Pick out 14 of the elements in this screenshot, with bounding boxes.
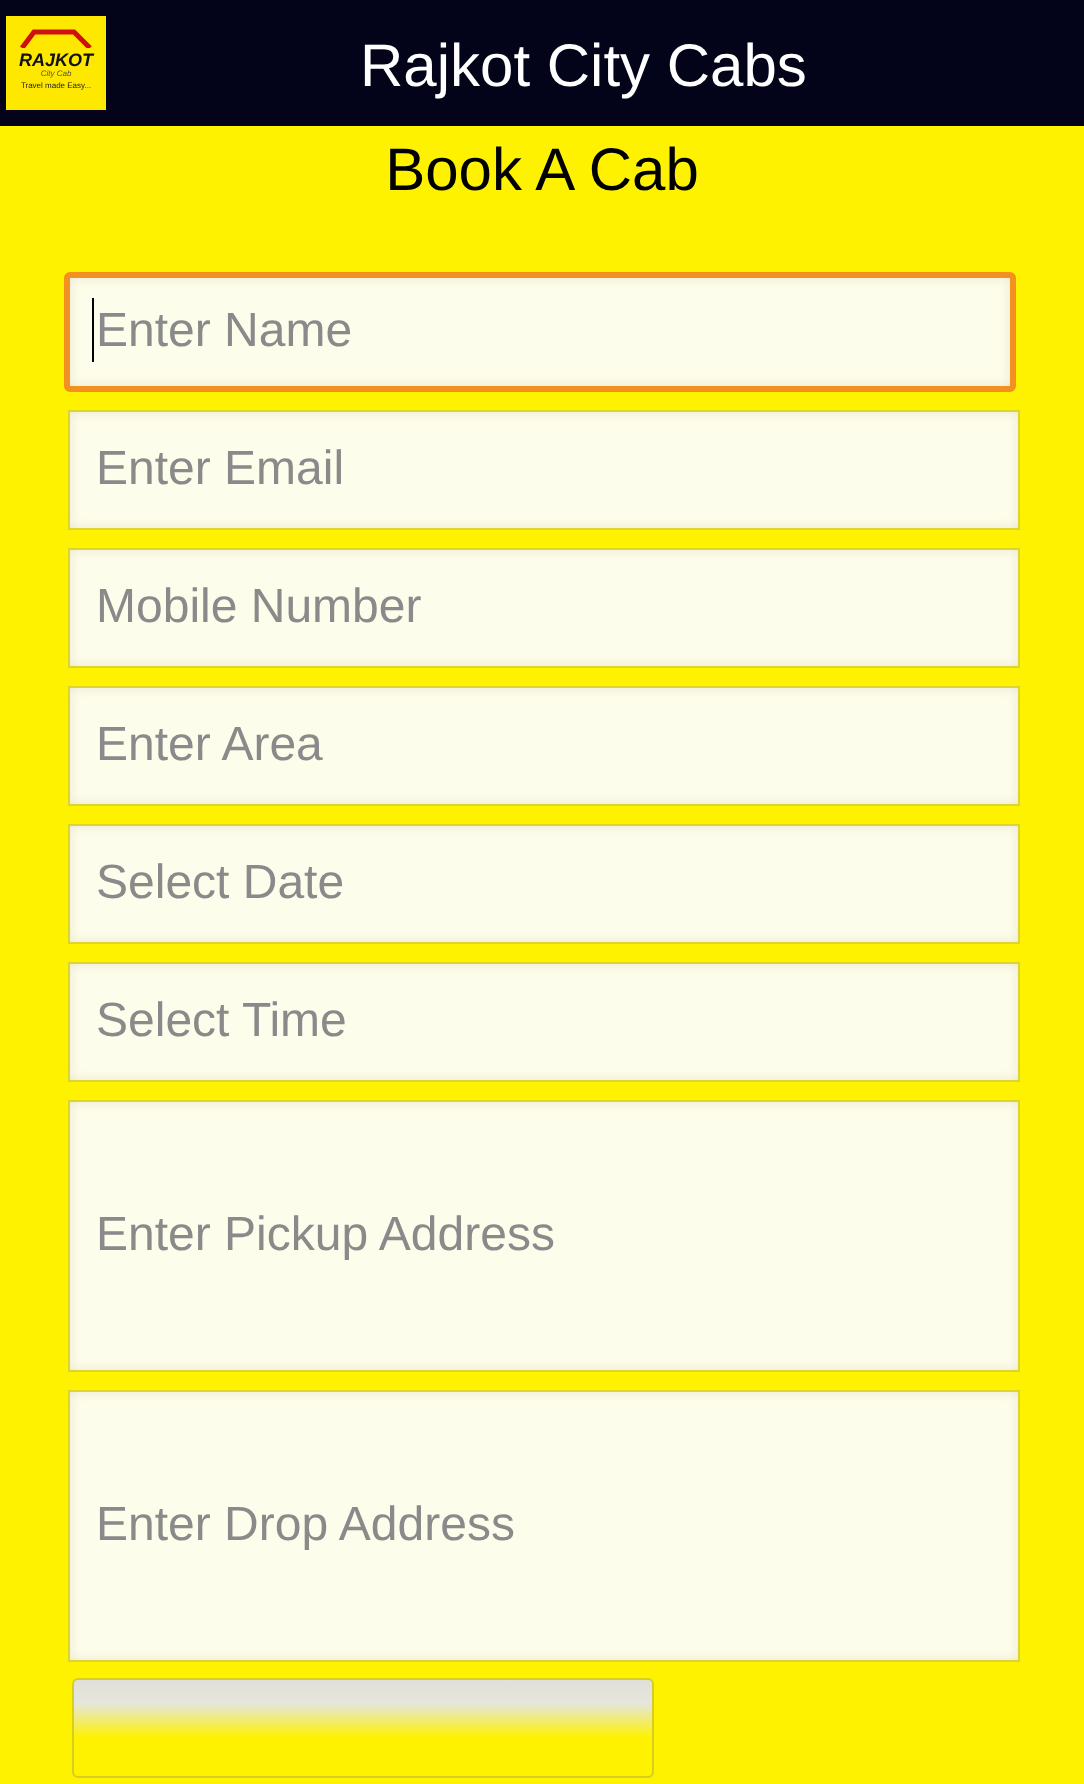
car-roof-icon — [18, 28, 94, 48]
input-field[interactable]: Enter Email — [68, 410, 1020, 530]
input-field[interactable]: Select Date — [68, 824, 1020, 944]
input-field[interactable]: Enter Area — [68, 686, 1020, 806]
text-cursor — [92, 298, 94, 362]
app-title: Rajkot City Cabs — [360, 34, 807, 102]
blank-button[interactable] — [72, 1678, 654, 1778]
input-field[interactable]: Mobile Number — [68, 548, 1020, 668]
logo-text: RAJKOT — [18, 52, 93, 70]
input-field[interactable]: Enter Name — [64, 272, 1016, 392]
address-field[interactable]: Enter Drop Address — [68, 1390, 1020, 1662]
page-heading: Book A Cab — [385, 136, 699, 208]
address-field[interactable]: Enter Pickup Address — [68, 1100, 1020, 1372]
input-field[interactable]: Select Time — [68, 962, 1020, 1082]
